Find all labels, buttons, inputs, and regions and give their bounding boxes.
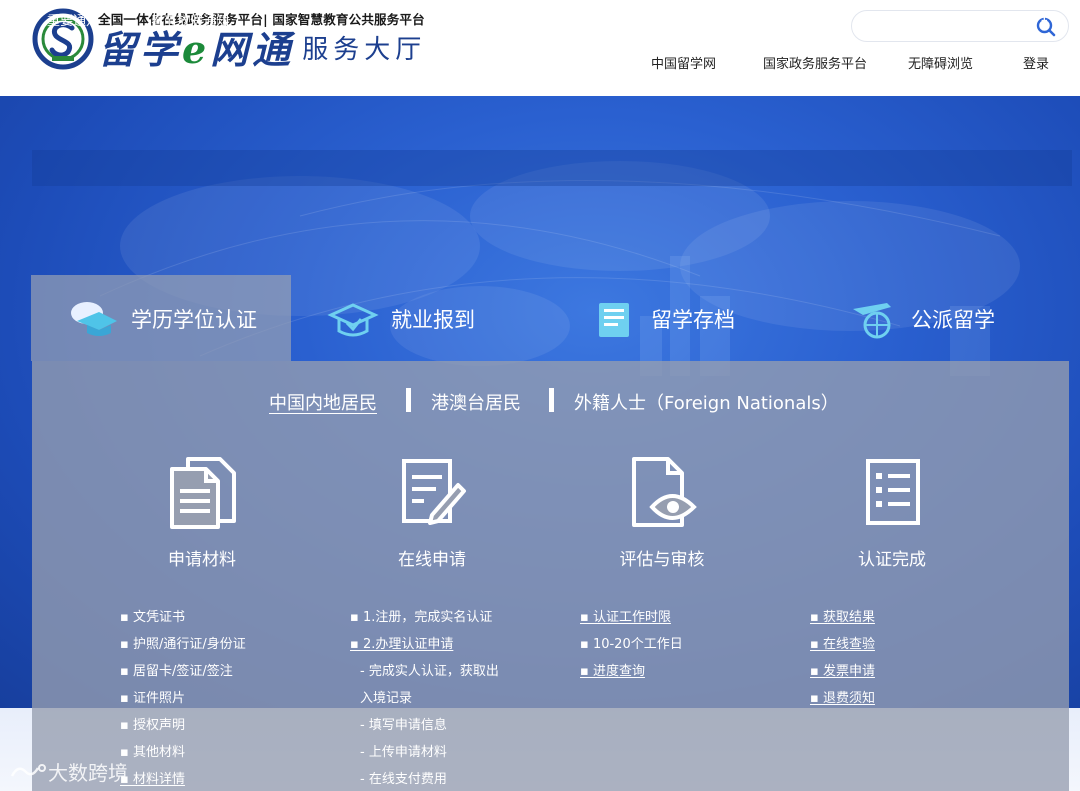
- tab-government-sponsored[interactable]: 公派留学: [811, 275, 1071, 361]
- materials-detail-link[interactable]: ▪ 材料详情: [120, 771, 246, 791]
- nav-link-login[interactable]: 登录: [1023, 53, 1049, 73]
- list-item: ▪ 授权声明: [120, 718, 185, 733]
- refund-notice-link[interactable]: ▪ 退费须知: [810, 690, 875, 717]
- list-item: - 填写申请信息: [360, 718, 447, 733]
- nav-link-gov-platform[interactable]: 国家政务服务平台: [763, 53, 867, 73]
- tab-employment-registration[interactable]: 就业报到: [291, 275, 551, 361]
- edit-form-icon: [402, 459, 466, 525]
- notice-item-date: 2024-01-29: [516, 10, 592, 25]
- sub-tab-mainland[interactable]: 中国内地居民: [269, 389, 377, 415]
- notice-item-title[interactable]: ·春节放假通知: [147, 10, 229, 29]
- brand-title[interactable]: 留学 e 网通 服务大厅: [98, 28, 426, 72]
- list-item: ▪ 1.注册，完成实名认证: [350, 610, 493, 625]
- divider: [549, 388, 554, 412]
- step-label-complete: 认证完成: [858, 550, 926, 570]
- list-item: ▪ 其他材料: [120, 745, 185, 760]
- list-item: ▪ 居留卡/签证/签注: [120, 664, 233, 679]
- invoice-request-link[interactable]: ▪ 发票申请: [810, 663, 875, 690]
- airplane-globe-icon: [853, 303, 891, 339]
- notice-bar: [32, 150, 1072, 186]
- tab-label: 就业报到: [391, 308, 475, 332]
- divider: [406, 388, 411, 412]
- tab-degree-verification[interactable]: 学历学位认证: [31, 275, 291, 361]
- tab-label: 留学存档: [651, 308, 735, 332]
- notice-item-date: 2023-07-14: [981, 10, 1057, 25]
- brand-subtitle: 服务大厅: [302, 35, 427, 65]
- notice-label: 重要通知: [47, 14, 100, 29]
- review-eye-icon: [632, 457, 697, 527]
- finish-list: ▪ 获取结果 ▪ 在线查验 ▪ 发票申请 ▪ 退费须知: [810, 609, 875, 717]
- list-item: - 在线支付费用: [360, 772, 447, 787]
- tab-label: 公派留学: [911, 308, 995, 332]
- graduation-hat-icon: [327, 303, 379, 337]
- step-label-review: 评估与审核: [619, 550, 705, 570]
- tab-study-abroad-archive[interactable]: 留学存档: [551, 275, 811, 361]
- list-item: - 上传申请材料: [360, 745, 447, 760]
- list-item: ▪ 10-20个工作日: [580, 637, 683, 652]
- tab-label: 学历学位认证: [131, 308, 257, 332]
- sub-tab-foreign-nationals[interactable]: 外籍人士（Foreign Nationals）: [574, 389, 839, 415]
- online-verify-link[interactable]: ▪ 在线查验: [810, 636, 875, 663]
- archive-folder-icon: [599, 303, 629, 337]
- sub-tab-hk-macao-taiwan[interactable]: 港澳台居民: [431, 389, 521, 415]
- watermark-text: 大数跨境: [48, 761, 128, 785]
- time-limit-link[interactable]: ▪ 认证工作时限: [580, 609, 683, 636]
- materials-list: ▪ 文凭证书 ▪ 护照/通行证/身份证 ▪ 居留卡/签证/签注 ▪ 证件照片 ▪…: [120, 609, 246, 791]
- progress-query-link[interactable]: ▪ 进度查询: [580, 663, 683, 690]
- list-item: ▪ 文凭证书: [120, 610, 185, 625]
- brand-main-part2: 网通: [210, 27, 295, 72]
- brand-e: e: [182, 27, 211, 72]
- get-result-link[interactable]: ▪ 获取结果: [810, 609, 875, 636]
- notice-item-title[interactable]: ·关于服务大厅对外服务时间的公告: [612, 10, 811, 29]
- watermark: 大数跨境: [8, 757, 128, 786]
- review-list: ▪ 认证工作时限 ▪ 10-20个工作日 ▪ 进度查询: [580, 609, 683, 690]
- apply-verification-link[interactable]: ▪ 2.办理认证申请: [350, 636, 499, 663]
- checklist-icon: [866, 459, 920, 525]
- list-item: 入境记录: [360, 691, 413, 706]
- list-item: ▪ 证件照片: [120, 691, 185, 706]
- nav-link-accessibility[interactable]: 无障碍浏览: [908, 53, 973, 73]
- list-item: - 完成实人认证，获取出: [360, 664, 499, 679]
- graduation-cap-icon: [71, 302, 117, 336]
- list-item: ▪ 护照/通行证/身份证: [120, 637, 246, 652]
- watermark-logo-icon: [10, 763, 46, 777]
- step-label-materials: 申请材料: [168, 550, 236, 570]
- step-label-online-apply: 在线申请: [398, 550, 466, 570]
- documents-icon: [170, 457, 236, 529]
- brand-main-part1: 留学: [98, 27, 183, 72]
- nav-link-cscse[interactable]: 中国留学网: [651, 53, 716, 73]
- apply-list: ▪ 1.注册，完成实名认证 ▪ 2.办理认证申请 - 完成实人认证，获取出 入境…: [350, 609, 499, 791]
